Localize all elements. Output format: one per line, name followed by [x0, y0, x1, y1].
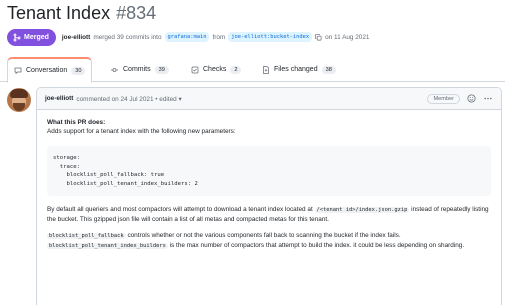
tab-conversation-label: Conversation	[26, 67, 68, 74]
comment-paragraph-1: By default all queriers and most compact…	[47, 205, 491, 224]
file-diff-icon	[263, 65, 269, 74]
tab-files-changed[interactable]: Files changed 38	[262, 57, 336, 82]
tab-checks-label: Checks	[203, 66, 227, 73]
p3-text-after: is the max number of compactors that att…	[169, 242, 465, 249]
tab-conversation-count: 30	[71, 66, 86, 75]
member-badge: Member	[427, 93, 460, 104]
merge-icon	[13, 33, 21, 41]
head-branch[interactable]: joe-elliott:bucket-index	[228, 32, 313, 42]
pr-title: Tenant Index	[7, 3, 111, 23]
tab-conversation[interactable]: Conversation 30	[7, 57, 93, 83]
tab-commits-count: 39	[154, 65, 169, 74]
copy-icon[interactable]	[315, 33, 322, 41]
comment-intro: Adds support for a tenant index with the…	[47, 128, 236, 135]
p3-inline-code: blocklist_poll_tenant_index_builders	[47, 243, 168, 249]
p1-text-before: By default all queriers and most compact…	[47, 206, 313, 213]
comment-meta[interactable]: commented on 24 Jul 2021 • edited ▾	[76, 95, 181, 103]
pr-state-row: Merged joe-elliott merged 39 commits int…	[7, 27, 369, 47]
pr-number: #834	[116, 3, 157, 23]
tab-checks-count: 2	[230, 65, 242, 74]
tab-commits-label: Commits	[123, 66, 151, 73]
comment-header: joe-elliott commented on 24 Jul 2021 • e…	[37, 88, 501, 110]
p2-text-after: controls whether or not the various comp…	[127, 232, 401, 239]
merged-commits-text: merged 39 commits into	[93, 33, 162, 41]
kebab-horizontal-icon[interactable]	[483, 94, 493, 103]
tab-files-changed-label: Files changed	[274, 66, 318, 73]
base-branch[interactable]: grafana:main	[164, 32, 210, 42]
conversation-icon	[14, 67, 22, 74]
from-text: from	[212, 33, 226, 41]
comment-heading: What this PR does:	[47, 119, 106, 126]
merged-badge-label: Merged	[24, 33, 49, 41]
smiley-icon[interactable]	[467, 94, 476, 103]
p1-inline-code: /<tenant id>/index.json.gzip	[314, 207, 410, 213]
merge-author-link[interactable]: joe-elliott	[62, 34, 90, 41]
avatar[interactable]	[7, 88, 31, 112]
tab-checks[interactable]: Checks 2	[191, 57, 242, 82]
comment-paragraph-2: blocklist_poll_fallback controls whether…	[47, 231, 491, 251]
comment-body: What this PR does: Adds support for a te…	[37, 110, 501, 266]
pr-title-row: Tenant Index #834	[7, 3, 156, 27]
commit-icon	[111, 67, 118, 72]
p2-inline-code: blocklist_poll_fallback	[47, 233, 126, 239]
tab-commits[interactable]: Commits 39	[110, 57, 169, 82]
merged-badge: Merged	[7, 28, 56, 46]
comment-box: joe-elliott commented on 24 Jul 2021 • e…	[36, 87, 502, 305]
comment-author-link[interactable]: joe-elliott	[45, 95, 73, 102]
checklist-icon	[191, 66, 199, 73]
config-code-block: storage: trace: blocklist_poll_fallback:…	[47, 146, 491, 196]
pr-tabs: Conversation 30 Commits 39 Checks 2 File…	[0, 57, 505, 83]
merge-date: on 11 Aug 2021	[325, 33, 370, 41]
tab-files-changed-count: 38	[321, 65, 336, 74]
